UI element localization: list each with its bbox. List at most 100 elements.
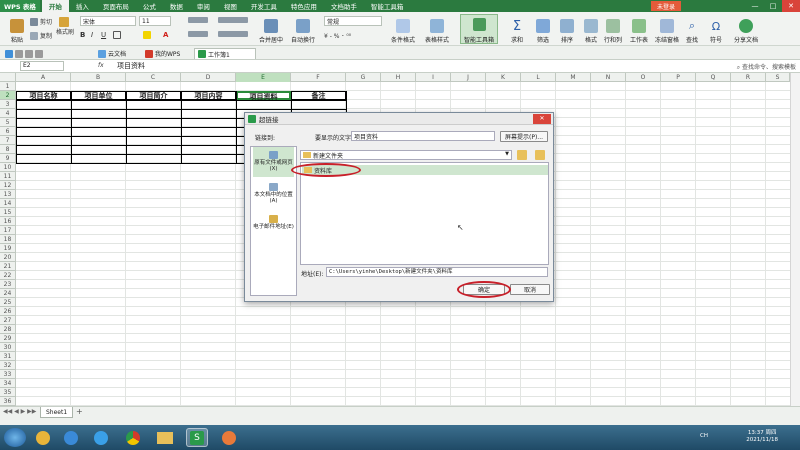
place-email[interactable]: 电子邮件地址(E) bbox=[253, 215, 294, 230]
minimize-button[interactable]: — bbox=[746, 0, 764, 12]
italic-button[interactable]: I bbox=[91, 31, 93, 39]
worksheet-button[interactable]: 工作表 bbox=[626, 14, 652, 44]
tab-my-wps[interactable]: 我的WPS bbox=[142, 48, 183, 59]
row-header-16[interactable]: 16 bbox=[0, 217, 16, 226]
find-button[interactable]: ⌕ 查找 bbox=[680, 14, 704, 44]
row-header-8[interactable]: 8 bbox=[0, 145, 16, 154]
tab-menu-6[interactable]: 视图 bbox=[217, 0, 244, 12]
row-header-12[interactable]: 12 bbox=[0, 181, 16, 190]
row-header-18[interactable]: 18 bbox=[0, 235, 16, 244]
row-header-7[interactable]: 7 bbox=[0, 136, 16, 145]
close-button[interactable]: ✕ bbox=[782, 0, 800, 12]
quick-access-toolbar[interactable] bbox=[2, 48, 48, 59]
column-header-I[interactable]: I bbox=[416, 73, 451, 82]
align-top-icon[interactable] bbox=[188, 17, 210, 23]
tab-menu-2[interactable]: 页面布局 bbox=[96, 0, 136, 12]
tab-workbook[interactable]: 工作簿1 bbox=[194, 48, 256, 59]
header-cell-3[interactable]: 项目内容 bbox=[181, 91, 236, 100]
login-button[interactable]: 未登录 bbox=[651, 1, 681, 11]
row-header-31[interactable]: 31 bbox=[0, 352, 16, 361]
taskbar-app-chrome[interactable] bbox=[122, 428, 144, 447]
tab-menu-3[interactable]: 公式 bbox=[136, 0, 163, 12]
row-header-13[interactable]: 13 bbox=[0, 190, 16, 199]
column-header-N[interactable]: N bbox=[591, 73, 626, 82]
start-button[interactable] bbox=[4, 428, 26, 447]
row-header-3[interactable]: 3 bbox=[0, 100, 16, 109]
column-header-P[interactable]: P bbox=[661, 73, 696, 82]
browse-folder-icon[interactable] bbox=[535, 150, 545, 160]
folder-up-icon[interactable] bbox=[517, 150, 527, 160]
dialog-close-button[interactable]: ✕ bbox=[533, 114, 551, 124]
column-header-H[interactable]: H bbox=[381, 73, 416, 82]
row-header-4[interactable]: 4 bbox=[0, 109, 16, 118]
file-list[interactable]: 资料库 bbox=[300, 162, 549, 265]
row-header-1[interactable]: 1 bbox=[0, 82, 16, 91]
table-style-button[interactable]: 表格样式 bbox=[422, 14, 452, 44]
row-header-11[interactable]: 11 bbox=[0, 172, 16, 181]
font-name-select[interactable]: 宋体 bbox=[80, 16, 136, 26]
column-header-O[interactable]: O bbox=[626, 73, 661, 82]
row-header-23[interactable]: 23 bbox=[0, 280, 16, 289]
taskbar-app-wps-sheets[interactable]: S bbox=[186, 428, 208, 447]
column-header-S[interactable]: S bbox=[766, 73, 790, 82]
row-header-35[interactable]: 35 bbox=[0, 388, 16, 397]
column-header-L[interactable]: L bbox=[521, 73, 556, 82]
row-col-button[interactable]: 行和列 bbox=[600, 14, 626, 44]
row-header-25[interactable]: 25 bbox=[0, 298, 16, 307]
tab-menu-5[interactable]: 审阅 bbox=[190, 0, 217, 12]
column-header-G[interactable]: G bbox=[346, 73, 381, 82]
freeze-panes-button[interactable]: 冻结窗格 bbox=[652, 14, 682, 44]
conditional-format-button[interactable]: 条件格式 bbox=[388, 14, 418, 44]
underline-button[interactable]: U bbox=[101, 31, 106, 39]
sheet-tab-sheet1[interactable]: Sheet1 bbox=[40, 407, 74, 418]
vertical-scrollbar[interactable] bbox=[790, 73, 800, 406]
tab-menu-4[interactable]: 数据 bbox=[163, 0, 190, 12]
taskbar-app-browser[interactable] bbox=[32, 428, 54, 447]
taskbar-app-ie[interactable] bbox=[90, 428, 112, 447]
column-header-M[interactable]: M bbox=[556, 73, 591, 82]
row-header-17[interactable]: 17 bbox=[0, 226, 16, 235]
format-painter-button[interactable]: 格式刷 bbox=[56, 17, 74, 36]
screen-tip-button[interactable]: 屏幕提示(P)... bbox=[500, 131, 548, 142]
header-cell-4[interactable]: 项目资料 bbox=[236, 91, 291, 101]
column-header-E[interactable]: E bbox=[236, 73, 291, 82]
taskbar-app-paint[interactable] bbox=[218, 428, 240, 447]
row-header-33[interactable]: 33 bbox=[0, 370, 16, 379]
add-sheet-button[interactable]: + bbox=[76, 407, 83, 416]
wrap-text-button[interactable]: 自动换行 bbox=[288, 14, 318, 44]
header-cell-5[interactable]: 备注 bbox=[291, 91, 346, 100]
taskbar-app-search[interactable] bbox=[60, 428, 82, 447]
symbol-button[interactable]: Ω 符号 bbox=[704, 14, 728, 45]
row-header-29[interactable]: 29 bbox=[0, 334, 16, 343]
column-header-J[interactable]: J bbox=[451, 73, 486, 82]
place-this-document[interactable]: 本文档中的位置(A) bbox=[253, 183, 294, 204]
row-header-10[interactable]: 10 bbox=[0, 163, 16, 172]
command-search[interactable]: ⌕ 查找命令、搜索模板 bbox=[737, 62, 796, 72]
border-button[interactable] bbox=[113, 31, 123, 39]
copy-button[interactable]: 复制 bbox=[30, 31, 52, 40]
row-header-9[interactable]: 9 bbox=[0, 154, 16, 163]
fill-color-button[interactable] bbox=[143, 31, 153, 39]
tab-menu-0[interactable]: 开始 bbox=[41, 0, 69, 12]
place-existing-file[interactable]: 原有文件或网页(X) bbox=[253, 147, 294, 177]
row-header-15[interactable]: 15 bbox=[0, 208, 16, 217]
paste-button[interactable]: 粘贴 bbox=[2, 14, 32, 44]
column-header-B[interactable]: B bbox=[71, 73, 126, 82]
taskbar-app-explorer[interactable] bbox=[154, 428, 176, 447]
row-header-36[interactable]: 36 bbox=[0, 397, 16, 406]
row-header-30[interactable]: 30 bbox=[0, 343, 16, 352]
maximize-button[interactable]: □ bbox=[764, 0, 782, 12]
app-menu-button[interactable]: WPS 表格 bbox=[0, 0, 40, 12]
currency-buttons[interactable]: ¥ - % ･ ⁰⁰ bbox=[324, 31, 351, 40]
header-cell-2[interactable]: 项目简介 bbox=[126, 91, 181, 100]
tab-menu-1[interactable]: 插入 bbox=[69, 0, 96, 12]
tab-menu-10[interactable]: 智能工具箱 bbox=[364, 0, 411, 12]
row-header-28[interactable]: 28 bbox=[0, 325, 16, 334]
formula-input[interactable]: 项目资料 bbox=[117, 61, 145, 71]
row-header-24[interactable]: 24 bbox=[0, 289, 16, 298]
header-cell-1[interactable]: 项目单位 bbox=[71, 91, 126, 100]
folder-select[interactable]: 新建文件夹 ▼ bbox=[300, 150, 512, 160]
address-input[interactable]: C:\Users\yinhe\Desktop\新建文件夹\资料库 bbox=[326, 267, 548, 277]
row-header-26[interactable]: 26 bbox=[0, 307, 16, 316]
display-text-input[interactable]: 项目资料 bbox=[351, 131, 495, 141]
